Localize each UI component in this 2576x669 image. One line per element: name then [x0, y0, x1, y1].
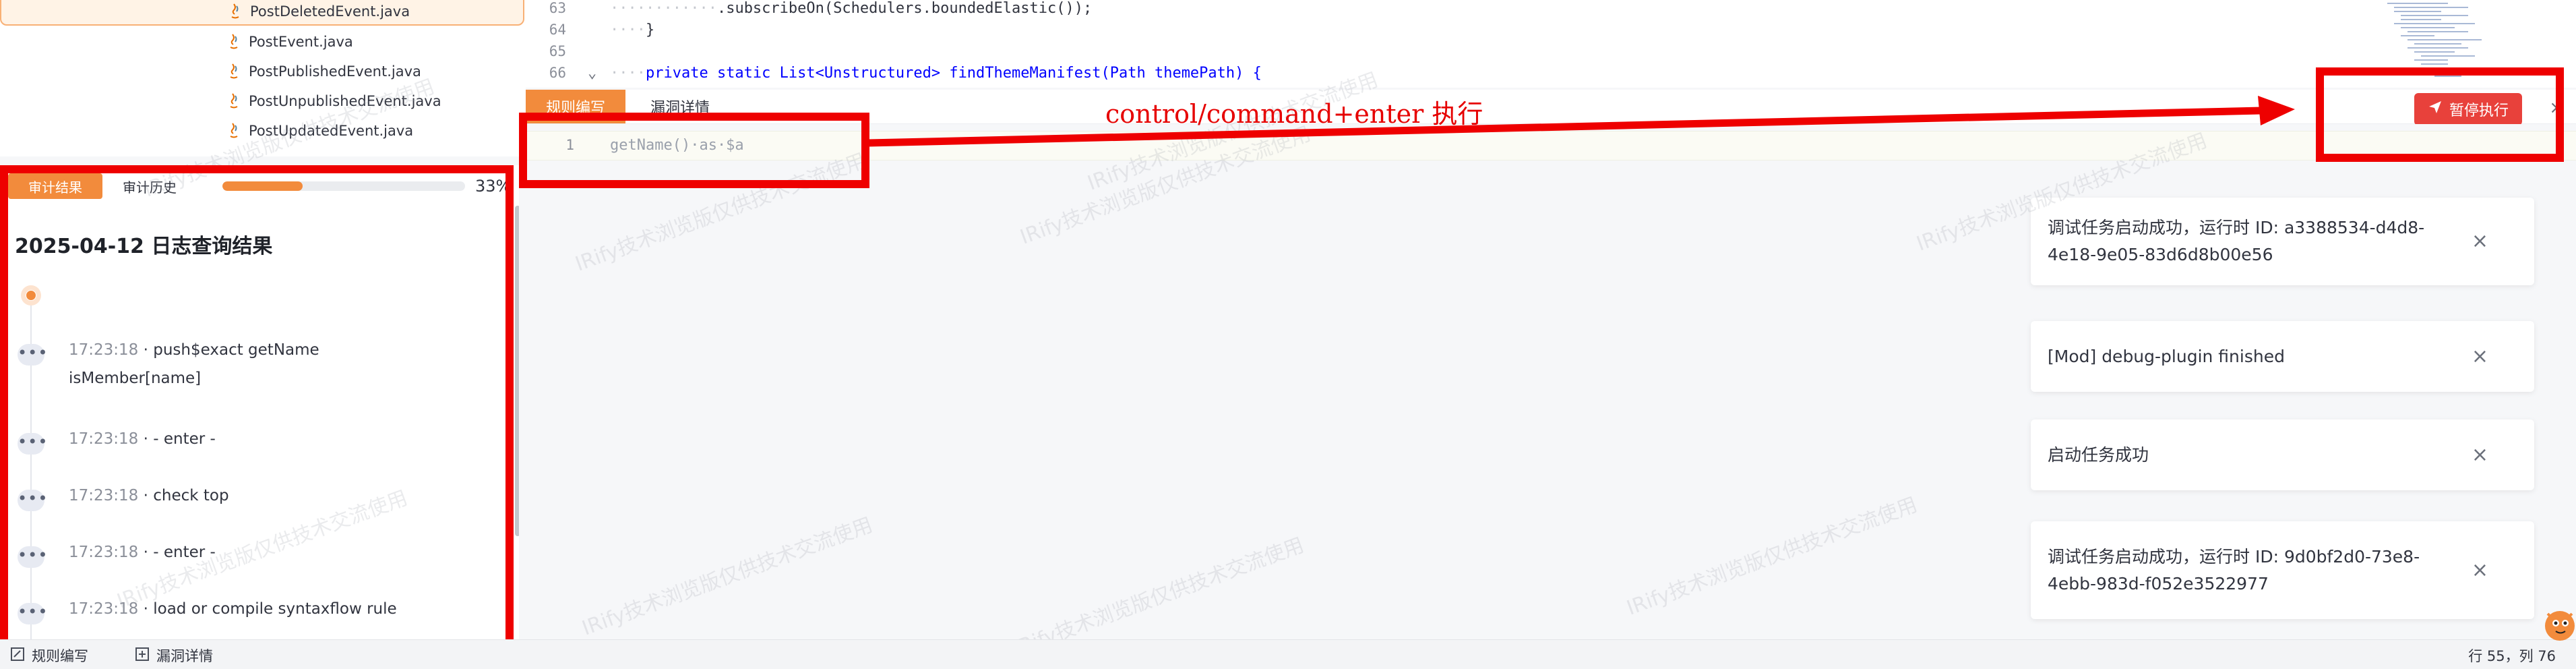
timeline-message: load or compile syntaxflow rule	[153, 600, 397, 618]
java-file-icon	[227, 2, 243, 21]
notification-toast: 调试任务启动成功，运行时 ID: a3388534-d4d8-4e18-9e05…	[2031, 198, 2534, 285]
notification-toast: [Mod] debug-plugin finished ×	[2031, 321, 2534, 392]
audit-scrollbar[interactable]	[515, 206, 519, 536]
java-file-icon	[226, 32, 242, 51]
status-item-rule-write[interactable]: 规则编写	[10, 645, 88, 666]
timeline-message: check top	[153, 487, 229, 504]
line-number: 64	[549, 22, 566, 38]
tab-audit-history[interactable]: 审计历史	[102, 173, 197, 199]
more-icon: •••	[18, 546, 47, 568]
indent-guide: ····	[610, 21, 646, 38]
tab-vuln-detail[interactable]: 漏洞详情	[630, 90, 730, 123]
notification-toast: 启动任务成功 ×	[2031, 419, 2534, 490]
java-file-icon	[226, 92, 242, 111]
more-icon: •••	[18, 490, 47, 511]
timeline-message: - enter -	[153, 544, 216, 561]
close-icon[interactable]: ×	[2472, 345, 2488, 369]
file-name: PostEvent.java	[249, 34, 353, 50]
file-tree-item[interactable]: PostUpdatedEvent.java	[226, 117, 413, 145]
timeline-time: 17:23:18	[69, 341, 139, 359]
indent-guide: ············	[610, 0, 717, 17]
status-label: 漏洞详情	[156, 648, 213, 664]
rule-text[interactable]: getName()·as·$a	[610, 137, 744, 154]
notification-text: 启动任务成功	[2048, 444, 2149, 465]
notification-text: 调试任务启动成功，运行时 ID: a3388534-d4d8-4e18-9e05…	[2048, 218, 2425, 264]
timeline-time: 17:23:18	[69, 487, 139, 504]
file-name: PostUpdatedEvent.java	[249, 123, 414, 139]
file-tree-item[interactable]: PostEvent.java	[226, 28, 353, 56]
status-item-vuln-detail[interactable]: 漏洞详情	[135, 645, 213, 666]
timeline-start-dot	[21, 285, 41, 306]
close-icon[interactable]: ×	[2549, 98, 2564, 118]
send-icon	[2428, 100, 2443, 119]
timeline-message: - enter -	[153, 430, 216, 448]
audit-panel: 审计结果 审计历史 33% 2025-04-12 日志查询结果 ••• 17:2…	[0, 165, 519, 641]
more-icon: •••	[18, 433, 47, 455]
more-icon: •••	[18, 603, 47, 624]
timeline-time: 17:23:18	[69, 430, 139, 448]
code-text: private static List<Unstructured> findTh…	[645, 64, 1262, 82]
fold-chevron-icon[interactable]: ⌄	[588, 65, 596, 82]
audit-tabbar: 审计结果 审计历史	[8, 173, 197, 199]
close-icon[interactable]: ×	[2472, 443, 2488, 467]
line-number: 66	[549, 65, 566, 81]
annotation-label: control/command+enter 执行	[1105, 99, 1483, 129]
close-icon[interactable]: ×	[2472, 229, 2488, 254]
indent-guide: ····	[610, 64, 646, 82]
line-number: 63	[549, 0, 566, 16]
notification-text: [Mod] debug-plugin finished	[2048, 346, 2285, 366]
file-tree-item[interactable]: PostDeletedEvent.java	[0, 0, 524, 26]
java-file-icon	[226, 62, 242, 81]
timeline-time: 17:23:18	[69, 600, 139, 618]
code-text: }	[645, 21, 655, 38]
more-icon: •••	[18, 344, 47, 366]
file-tree: PostDeletedEvent.java PostEvent.java Pos…	[0, 0, 526, 156]
file-tree-item[interactable]: PostUnpublishedEvent.java	[226, 87, 441, 115]
file-name: PostPublishedEvent.java	[249, 63, 421, 80]
code-text: .subscribeOn(Schedulers.boundedElastic()…	[716, 0, 1093, 17]
result-title: 2025-04-12 日志查询结果	[15, 235, 273, 258]
file-name: PostDeletedEvent.java	[250, 3, 410, 20]
tab-rule-write[interactable]: 规则编写	[526, 90, 625, 123]
mascot-icon[interactable]	[2536, 600, 2576, 647]
edit-icon	[10, 647, 25, 665]
audit-progress-bar	[222, 181, 465, 191]
notification-toast: 调试任务启动成功，运行时 ID: 9d0bf2d0-73e8-4ebb-983d…	[2031, 521, 2534, 619]
pause-execution-button[interactable]: 暂停执行	[2414, 93, 2522, 125]
line-number: 1	[565, 137, 574, 153]
cursor-position: 行 55，列 76	[2468, 648, 2556, 664]
minimap[interactable]	[2381, 0, 2488, 88]
code-editor[interactable]: 63 ············.subscribeOn(Schedulers.b…	[526, 0, 2576, 88]
status-bar: 规则编写 漏洞详情 行 55，列 76	[0, 639, 2576, 669]
timeline-time: 17:23:18	[69, 544, 139, 561]
java-file-icon	[226, 121, 242, 140]
line-number: 65	[549, 43, 566, 59]
close-icon[interactable]: ×	[2472, 558, 2488, 583]
notification-text: 调试任务启动成功，运行时 ID: 9d0bf2d0-73e8-4ebb-983d…	[2048, 546, 2420, 593]
rule-line: 1 getName()·as·$a	[526, 131, 2576, 161]
audit-progress-percent: 33%	[475, 177, 512, 196]
bug-icon	[135, 647, 150, 665]
file-name: PostUnpublishedEvent.java	[249, 93, 441, 109]
pause-button-label: 暂停执行	[2449, 103, 2509, 119]
audit-progress-fill	[222, 181, 303, 191]
file-tree-item[interactable]: PostPublishedEvent.java	[226, 57, 421, 86]
status-label: 规则编写	[32, 648, 88, 664]
rule-editor-tabbar: 规则编写 漏洞详情 暂停执行 ×	[526, 90, 2576, 125]
tab-audit-result[interactable]: 审计结果	[8, 173, 102, 199]
